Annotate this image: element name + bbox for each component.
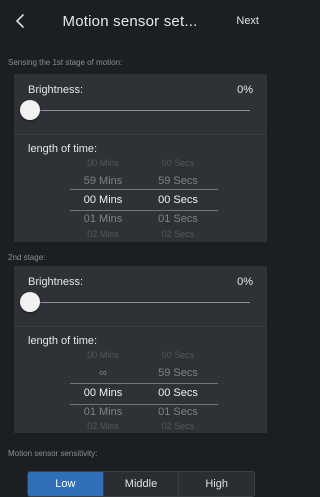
page-title: Motion sensor set...	[62, 13, 198, 30]
sensitivity-high-button[interactable]: High	[179, 472, 254, 496]
picker-seconds-item: 02 Secs	[161, 421, 195, 431]
picker-seconds-item: 01 Secs	[158, 406, 198, 418]
chevron-left-icon[interactable]	[12, 12, 30, 30]
stage2-section-label: 2nd stage:	[8, 253, 46, 262]
sensitivity-middle-button[interactable]: Middle	[104, 472, 180, 496]
picker-minutes-item: 01 Mins	[83, 406, 123, 418]
picker-selection-line	[70, 383, 218, 384]
picker-minutes-item: 02 Mins	[87, 421, 119, 431]
next-button[interactable]: Next	[236, 15, 259, 27]
sensitivity-segmented-control: Low Middle High	[27, 471, 255, 497]
picker-minutes-item: 02 Mins	[87, 229, 119, 239]
stage2-time-label: length of time:	[28, 335, 98, 347]
stage2-brightness-label: Brightness:	[28, 276, 84, 288]
picker-seconds-item: 00 Secs	[161, 158, 195, 168]
picker-seconds-item: 00 Secs	[161, 350, 195, 360]
picker-minutes-item: ∞	[99, 367, 107, 379]
picker-seconds-selected[interactable]: 00 Secs	[138, 194, 218, 206]
picker-minutes-selected[interactable]: 00 Mins	[63, 387, 143, 399]
stage1-section-label: Sensing the 1st stage of motion:	[8, 58, 123, 67]
stage2-brightness-card: Brightness: 0%	[14, 266, 267, 326]
picker-minutes-selected[interactable]: 00 Mins	[63, 194, 143, 206]
picker-minutes-item: 01 Mins	[83, 213, 123, 225]
stage1-time-label: length of time:	[28, 143, 98, 155]
stage1-brightness-value: 0%	[237, 84, 253, 96]
stage2-brightness-slider-track[interactable]	[30, 302, 250, 303]
picker-seconds-item: 59 Secs	[158, 367, 198, 379]
picker-seconds-item: 59 Secs	[158, 175, 198, 187]
picker-selection-line	[70, 189, 218, 190]
picker-selection-line	[70, 210, 218, 211]
picker-minutes-item: 00 Mins	[87, 350, 119, 360]
stage1-brightness-slider-track[interactable]	[30, 110, 250, 111]
header: Motion sensor set... Next	[0, 0, 267, 42]
stage2-brightness-value: 0%	[237, 276, 253, 288]
stage1-brightness-slider-knob[interactable]	[20, 100, 40, 120]
picker-selection-line	[70, 404, 218, 405]
stage2-brightness-slider-knob[interactable]	[20, 292, 40, 312]
sensitivity-section-label: Motion sensor sensitivity:	[8, 449, 98, 458]
picker-minutes-item: 59 Mins	[83, 175, 123, 187]
picker-seconds-item: 01 Secs	[158, 213, 198, 225]
picker-minutes-item: 00 Mins	[87, 158, 119, 168]
stage1-brightness-label: Brightness:	[28, 84, 84, 96]
picker-seconds-item: 02 Secs	[161, 229, 195, 239]
picker-seconds-selected[interactable]: 00 Secs	[138, 387, 218, 399]
sensitivity-low-button[interactable]: Low	[28, 472, 104, 496]
stage1-brightness-card: Brightness: 0%	[14, 74, 267, 134]
